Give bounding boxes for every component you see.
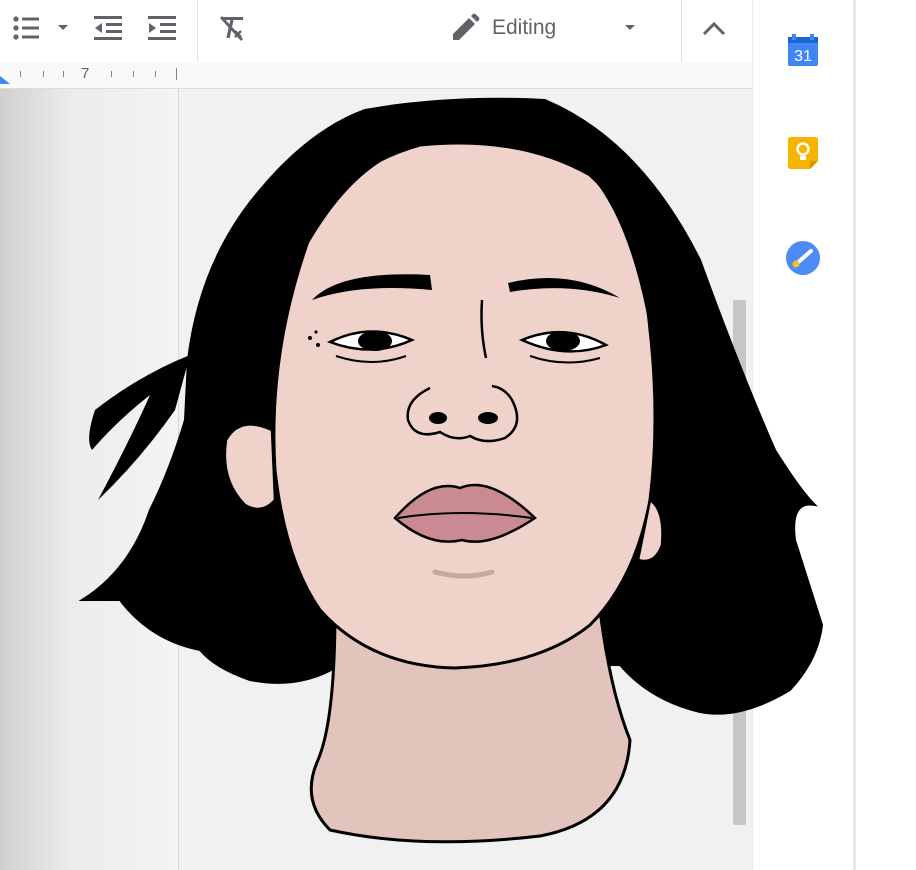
ruler-tick (43, 71, 44, 77)
ruler-tick (176, 68, 177, 80)
ruler-number: 7 (81, 65, 90, 82)
vertical-scrollbar[interactable] (733, 300, 746, 825)
clear-formatting-button[interactable] (212, 8, 252, 48)
calendar-icon: 31 (788, 34, 818, 66)
indent-marker-icon[interactable] (0, 76, 10, 84)
bulleted-list-icon (13, 16, 39, 40)
toolbar-divider (681, 0, 682, 62)
page-margin-shadow (0, 89, 179, 870)
ruler-tick (63, 71, 64, 77)
increase-indent-button[interactable] (142, 8, 182, 48)
document-canvas[interactable] (179, 89, 752, 870)
keep-button[interactable] (783, 133, 823, 173)
decrease-indent-button[interactable] (88, 8, 128, 48)
bulleted-list-button[interactable] (6, 8, 46, 48)
ruler-tick (20, 71, 21, 77)
calendar-button[interactable]: 31 (783, 30, 823, 70)
horizontal-ruler[interactable]: 7 (0, 62, 752, 89)
chevron-up-icon (702, 21, 726, 36)
side-panel: 31 (752, 0, 855, 870)
bullet-options-dropdown[interactable] (52, 8, 74, 48)
pencil-icon (453, 13, 480, 40)
formatting-toolbar: Editing (0, 0, 752, 63)
ruler-tick (111, 71, 112, 77)
clear-formatting-icon (219, 16, 244, 41)
decrease-indent-icon (94, 16, 122, 40)
calendar-day-label: 31 (794, 48, 812, 65)
ruler-tick (155, 71, 156, 77)
hide-menus-button[interactable] (694, 8, 734, 48)
side-panel-edge (853, 0, 856, 870)
keep-icon (788, 137, 818, 169)
editing-mode-dropdown[interactable]: Editing (440, 8, 680, 48)
dropdown-arrow-icon (625, 25, 636, 30)
toolbar-divider (197, 0, 198, 62)
dropdown-arrow-icon (58, 25, 68, 30)
editing-mode-label: Editing (492, 16, 557, 39)
tasks-button[interactable] (783, 238, 823, 278)
tasks-icon (786, 241, 820, 275)
increase-indent-icon (148, 16, 176, 40)
ruler-tick (133, 71, 134, 77)
